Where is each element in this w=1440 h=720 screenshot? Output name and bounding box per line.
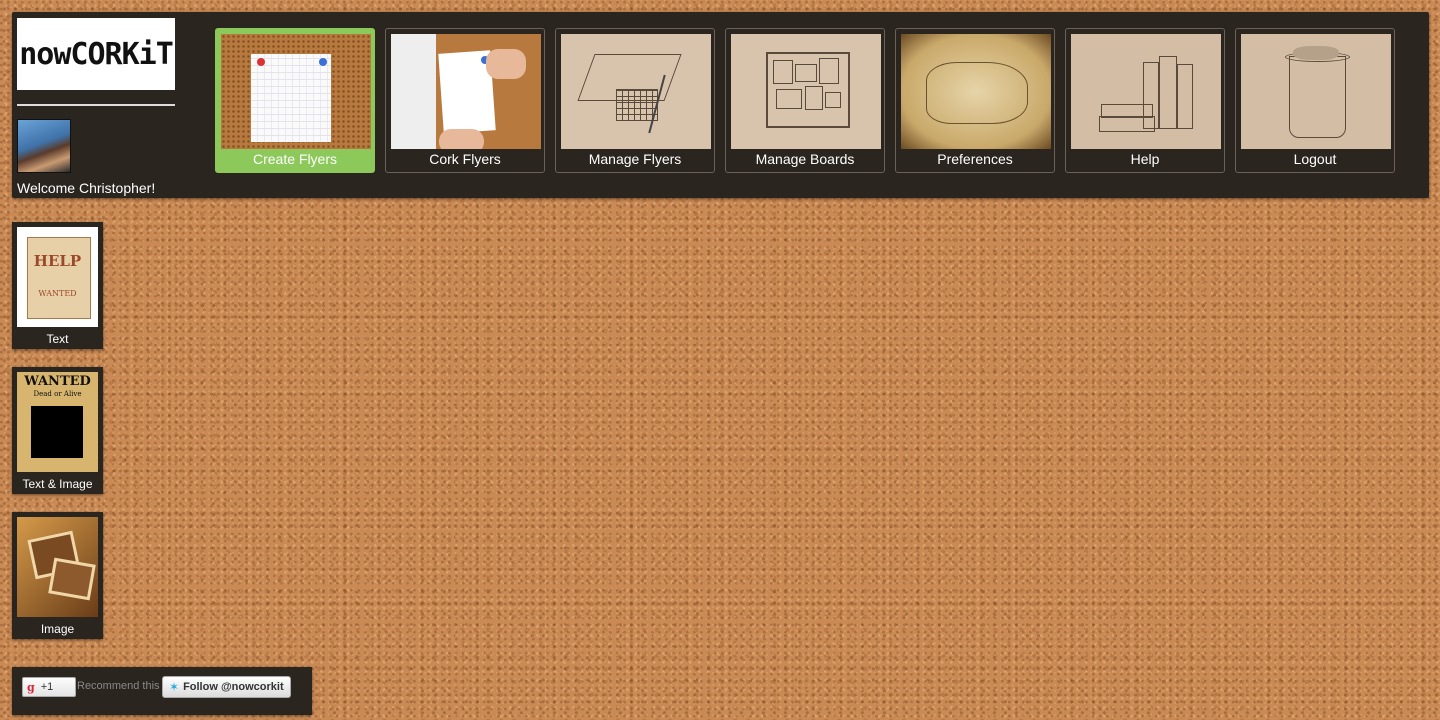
nav-label: Help [1130,151,1160,167]
template-text[interactable]: HELP WANTED Text [12,222,103,349]
nav-logout[interactable]: Logout [1235,28,1395,173]
avatar[interactable] [17,119,71,173]
logo-divider [17,104,175,106]
sketch-calendar-thumbnail [561,34,711,149]
nav-label: Preferences [937,151,1013,167]
nav-label: Logout [1293,151,1337,167]
nav-help[interactable]: Help [1065,28,1225,173]
nav-label: Manage Flyers [588,151,682,167]
help-wanted-thumbnail: HELP WANTED [17,227,98,327]
template-text-image[interactable]: WANTED Dead or Alive Text & Image [12,367,103,494]
template-label: Text & Image [22,477,93,491]
nav-preferences[interactable]: Preferences [895,28,1055,173]
template-label: Text [46,332,69,346]
social-bar: g +1 Recommend this ✶ Follow @nowcorkit [12,667,312,715]
corkboard-paper-thumbnail [221,34,371,149]
recommend-text: Recommend this [77,680,160,692]
map-thumbnail [901,34,1051,149]
trash-bin-thumbnail [1241,34,1391,149]
nav-manage-flyers[interactable]: Manage Flyers [555,28,715,173]
nav-label: Create Flyers [252,151,338,167]
nav-label: Manage Boards [755,151,855,167]
twitter-follow-label: Follow @nowcorkit [183,681,284,693]
books-thumbnail [1071,34,1221,149]
welcome-message: Welcome Christopher! [17,180,156,196]
google-plus-label: +1 [40,681,54,693]
template-label: Image [40,622,75,636]
google-plus-icon: g [27,680,35,694]
thumb-subtitle: Dead or Alive [33,390,82,398]
thumb-title: WANTED [24,374,91,389]
nav-manage-boards[interactable]: Manage Boards [725,28,885,173]
nav-label: Cork Flyers [429,151,501,167]
thumb-subtitle: WANTED [38,289,77,298]
logo-text: nowCORKiT [19,36,174,72]
google-plus-button[interactable]: g +1 [22,677,76,697]
nav-cork-flyers[interactable]: Cork Flyers [385,28,545,173]
twitter-follow-button[interactable]: ✶ Follow @nowcorkit [162,676,291,698]
sketch-board-thumbnail [731,34,881,149]
app-logo[interactable]: nowCORKiT [17,18,175,90]
main-nav: Create Flyers Cork Flyers Manage Flyers [215,28,1395,173]
template-image[interactable]: Image [12,512,103,639]
wanted-poster-thumbnail: WANTED Dead or Alive [17,372,98,472]
nav-create-flyers[interactable]: Create Flyers [215,28,375,173]
twitter-bird-icon: ✶ [169,680,180,694]
pinning-paper-thumbnail [391,34,541,149]
thumb-title: HELP [33,252,82,270]
photos-thumbnail [17,517,98,617]
top-navigation-bar: nowCORKiT Welcome Christopher! Create Fl… [12,12,1429,198]
